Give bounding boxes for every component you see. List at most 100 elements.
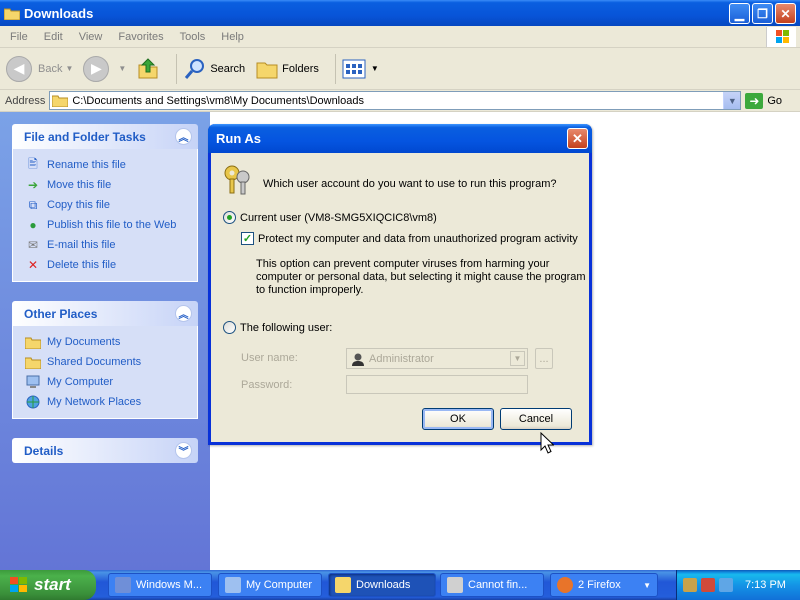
menu-bar: File Edit View Favorites Tools Help [0, 26, 800, 48]
details-header[interactable]: Details ︾ [12, 438, 198, 463]
chevron-down-icon: ▼ [65, 64, 74, 73]
tray-icon[interactable] [683, 578, 697, 592]
search-button[interactable]: Search [183, 57, 245, 81]
firefox-icon [557, 577, 573, 593]
task-move[interactable]: ➔ Move this file [25, 175, 197, 195]
back-label: Back [38, 62, 63, 75]
chevron-down-icon: ▼ [118, 64, 127, 73]
folder-icon [4, 8, 20, 20]
collapse-icon[interactable]: ︽ [175, 128, 192, 145]
following-user-radio[interactable] [223, 321, 236, 334]
address-dropdown-button[interactable]: ▼ [723, 92, 741, 109]
menu-view[interactable]: View [71, 31, 111, 43]
task-email[interactable]: ✉ E-mail this file [25, 235, 197, 255]
folders-button[interactable]: Folders [255, 58, 319, 80]
toolbar: ◀ Back ▼ ▶ ▼ Search Folders ▼ [0, 48, 800, 90]
folders-icon [256, 62, 278, 78]
minimize-button[interactable]: ▁ [729, 3, 750, 24]
task-rename[interactable]: 🖹 Rename this file [25, 155, 197, 175]
address-label: Address [5, 94, 46, 107]
ok-button[interactable]: OK [422, 408, 494, 430]
following-user-label: The following user: [240, 321, 333, 334]
task-firefox[interactable]: 2 Firefox ▼ [550, 573, 658, 597]
start-button[interactable]: start [0, 570, 96, 600]
task-label: My Computer [246, 579, 313, 591]
search-label: Search [210, 62, 246, 75]
cancel-label: Cancel [518, 413, 554, 425]
current-user-label: Current user (VM8-SMG5XIQCIC8\vm8) [240, 211, 437, 224]
task-publish[interactable]: ● Publish this file to the Web [25, 215, 197, 235]
run-as-dialog: Run As ✕ Which user account do you want … [208, 124, 592, 445]
task-my-computer[interactable]: My Computer [218, 573, 322, 597]
folder-icon [25, 355, 41, 369]
task-copy[interactable]: ⧉ Copy this file [25, 195, 197, 215]
forward-button[interactable]: ▶ ▼ [83, 55, 127, 82]
protect-option[interactable]: ✓ Protect my computer and data from unau… [241, 232, 578, 245]
browse-users-button[interactable]: ... [535, 348, 553, 369]
other-places-header[interactable]: Other Places ︽ [12, 301, 198, 326]
place-label: My Documents [47, 336, 121, 348]
security-alert-icon[interactable] [701, 578, 715, 592]
address-path: C:\Documents and Settings\vm8\My Documen… [72, 94, 364, 107]
protect-checkbox[interactable]: ✓ [241, 232, 254, 245]
menu-tools[interactable]: Tools [172, 31, 214, 43]
ok-label: OK [450, 413, 466, 425]
place-my-network[interactable]: My Network Places [25, 392, 197, 412]
address-input[interactable]: C:\Documents and Settings\vm8\My Documen… [49, 91, 742, 110]
password-input[interactable] [346, 375, 528, 394]
file-folder-tasks-panel: File and Folder Tasks ︽ 🖹 Rename this fi… [12, 124, 198, 282]
task-cannot-find[interactable]: Cannot fin... [440, 573, 544, 597]
document-icon [447, 577, 463, 593]
menu-help[interactable]: Help [213, 31, 252, 43]
up-folder-button[interactable] [136, 57, 160, 81]
toolbar-separator [334, 53, 336, 84]
task-label: 2 Firefox [578, 579, 621, 591]
place-my-documents[interactable]: My Documents [25, 332, 197, 352]
chevron-down-icon: ▼ [370, 64, 379, 73]
cancel-button[interactable]: Cancel [500, 408, 572, 430]
following-user-option[interactable]: The following user: [223, 321, 332, 334]
go-arrow-icon: ➜ [745, 92, 764, 109]
current-user-radio[interactable] [223, 211, 236, 224]
place-my-computer[interactable]: My Computer [25, 372, 197, 392]
task-label: Delete this file [47, 259, 117, 271]
collapse-icon[interactable]: ︽ [175, 305, 192, 322]
folder-icon [335, 577, 351, 593]
menu-edit[interactable]: Edit [36, 31, 71, 43]
maximize-button[interactable]: ❐ [752, 3, 773, 24]
task-label: Copy this file [47, 199, 110, 211]
menu-favorites[interactable]: Favorites [110, 31, 171, 43]
place-label: My Network Places [47, 396, 142, 408]
place-shared-documents[interactable]: Shared Documents [25, 352, 197, 372]
user-icon [352, 353, 364, 366]
current-user-option[interactable]: Current user (VM8-SMG5XIQCIC8\vm8) [223, 211, 437, 224]
window-title: Downloads [24, 5, 94, 21]
toolbar-separator [176, 53, 178, 84]
go-button[interactable]: ➜ Go [745, 92, 782, 109]
rename-icon: 🖹 [28, 156, 38, 171]
close-button[interactable]: ✕ [775, 3, 796, 24]
clock[interactable]: 7:13 PM [745, 579, 786, 591]
place-label: My Computer [47, 376, 114, 388]
system-tray: 7:13 PM [676, 570, 800, 600]
task-windows-media[interactable]: Windows M... [108, 573, 212, 597]
task-label: Rename this file [47, 159, 126, 171]
back-button[interactable]: ◀ Back ▼ [6, 55, 74, 82]
task-delete[interactable]: ✕ Delete this file [25, 255, 197, 275]
task-downloads[interactable]: Downloads [328, 573, 436, 597]
views-button[interactable]: ▼ [342, 58, 379, 80]
window-titlebar[interactable]: Downloads ▁ ❐ ✕ [0, 0, 800, 26]
menu-file[interactable]: File [2, 31, 36, 43]
dialog-titlebar[interactable]: Run As ✕ [208, 124, 592, 153]
chevron-down-icon[interactable]: ▼ [510, 351, 525, 366]
keys-icon [224, 165, 250, 195]
username-combobox[interactable]: Administrator ▼ [346, 348, 528, 369]
dialog-close-button[interactable]: ✕ [567, 128, 588, 149]
computer-icon [225, 577, 241, 593]
mouse-cursor-icon [540, 432, 554, 454]
expand-icon[interactable]: ︾ [175, 442, 192, 459]
details-panel: Details ︾ [12, 438, 198, 463]
file-folder-tasks-header[interactable]: File and Folder Tasks ︽ [12, 124, 198, 149]
folders-label: Folders [282, 62, 319, 75]
network-icon[interactable] [719, 578, 733, 592]
